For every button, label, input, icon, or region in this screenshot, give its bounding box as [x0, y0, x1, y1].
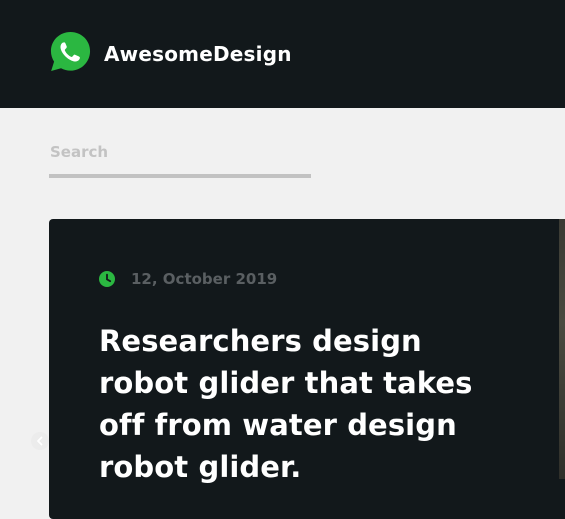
article-date: 12, October 2019 [131, 270, 278, 288]
article-title[interactable]: Researchers design robot glider that tak… [99, 320, 499, 488]
search-input[interactable] [49, 140, 311, 178]
brand-name[interactable]: AwesomeDesign [104, 40, 292, 68]
whatsapp-logo-icon[interactable] [49, 30, 92, 73]
site-header: AwesomeDesign [0, 0, 565, 108]
article-image [559, 219, 565, 479]
carousel-prev-button[interactable] [31, 432, 49, 450]
clock-icon [99, 271, 115, 287]
search-box [49, 140, 311, 180]
chevron-left-icon [37, 436, 43, 446]
